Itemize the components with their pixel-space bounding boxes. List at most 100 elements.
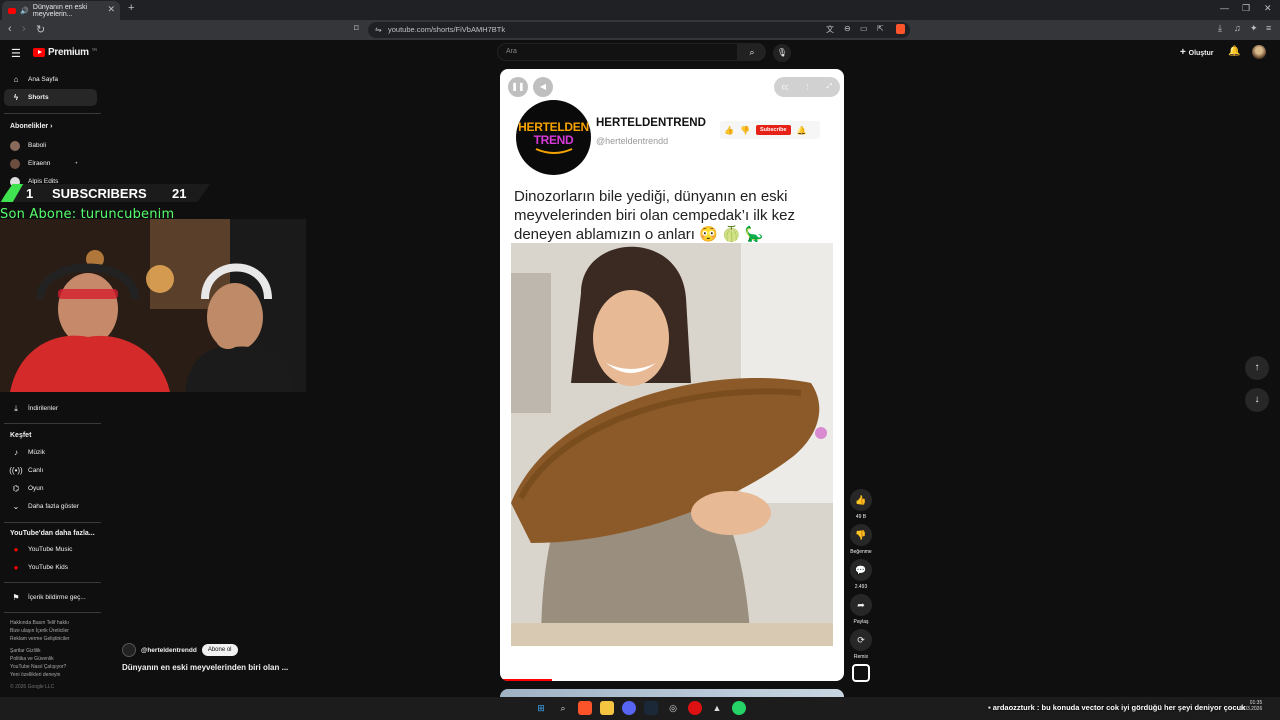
plus-icon: + bbox=[1180, 47, 1189, 58]
player-controls-group: ㏄ ⋮ ⤢ bbox=[774, 77, 840, 97]
next-short-button[interactable]: ↓ bbox=[1245, 388, 1269, 412]
discord-icon[interactable] bbox=[622, 701, 636, 715]
copyright: © 2026 Google LLC bbox=[10, 683, 55, 690]
arrow-up-icon: ↑ bbox=[1254, 362, 1260, 373]
home-icon: ⌂ bbox=[13, 75, 19, 84]
translate-icon[interactable]: 文 bbox=[826, 24, 834, 35]
sidebar-footer: Hakkında Basın Telif hakkı Bize ulaşın İ… bbox=[10, 620, 69, 691]
sidebar-item-downloads[interactable]: ⤓ İndirilenler bbox=[4, 400, 97, 417]
restore-icon[interactable]: ❐ bbox=[1242, 3, 1250, 14]
zoom-icon[interactable]: ⊖ bbox=[844, 24, 851, 33]
sidebar-item-home[interactable]: ⌂ Ana Sayfa bbox=[4, 71, 97, 88]
channel-avatar[interactable] bbox=[122, 643, 136, 657]
sidebar-item-gaming[interactable]: ⌬ Oyun bbox=[4, 480, 97, 497]
remix-button[interactable]: ⟳ Remix bbox=[849, 629, 873, 660]
create-button[interactable]: + Oluştur bbox=[1180, 47, 1214, 58]
sidebar-item-live[interactable]: ((•)) Canlı bbox=[4, 462, 97, 479]
dislike-label: Beğenme bbox=[850, 549, 872, 555]
video-progress-bar[interactable] bbox=[500, 679, 552, 681]
steam-icon[interactable] bbox=[644, 701, 658, 715]
like-button[interactable]: 👍 49 B bbox=[849, 489, 873, 520]
voice-search-button[interactable]: 🎙 bbox=[773, 44, 791, 62]
live-dot-icon: • bbox=[75, 160, 78, 167]
media-icon[interactable]: ♫ bbox=[1234, 23, 1241, 33]
close-window-icon[interactable]: ✕ bbox=[1264, 3, 1272, 14]
menu-icon[interactable]: ≡ bbox=[1266, 23, 1271, 33]
webcam-overlay bbox=[0, 219, 306, 392]
notifications-bell-icon[interactable]: 🔔 bbox=[1228, 46, 1240, 57]
more-options-icon[interactable]: ⋮ bbox=[804, 83, 811, 91]
search-icon[interactable]: ⌕ bbox=[556, 701, 570, 715]
mini-channel-name[interactable]: @herteldentrendd bbox=[141, 647, 197, 654]
whatsapp-icon[interactable] bbox=[732, 701, 746, 715]
mic-icon: 🎙 bbox=[776, 48, 788, 57]
channel-logo-top: HERTELDEN bbox=[518, 119, 589, 134]
overlay-subscribe-label: Subscribe bbox=[755, 125, 791, 135]
opera-icon[interactable] bbox=[688, 701, 702, 715]
app-icon[interactable]: ▲ bbox=[710, 701, 724, 715]
speaker-icon[interactable]: 🔊 bbox=[20, 7, 29, 15]
short-channel-handle: @herteldentrendd bbox=[596, 136, 669, 146]
short-player[interactable]: ❚❚ ◀ ㏄ ⋮ ⤢ HERTELDEN TREND HERTELDENTREN… bbox=[500, 69, 844, 681]
downloads-icon[interactable]: ⤓ bbox=[1218, 23, 1222, 34]
share-page-icon[interactable]: ⇱ bbox=[877, 24, 884, 33]
mini-video-title: Dünyanın en eski meyvelerinden biri olan… bbox=[122, 663, 289, 672]
windows-start-icon[interactable]: ⊞ bbox=[534, 701, 548, 715]
sidebar-item-report[interactable]: ⚑ İçerik bildirme geç... bbox=[4, 589, 97, 606]
sidebar-item-music[interactable]: ♪ Müzik bbox=[4, 444, 97, 461]
reload-icon[interactable]: ↻ bbox=[36, 23, 45, 36]
comments-button[interactable]: 💬 2.493 bbox=[849, 559, 873, 590]
sound-source-avatar[interactable] bbox=[852, 664, 870, 682]
previous-short-button[interactable]: ↑ bbox=[1245, 356, 1269, 380]
hamburger-menu-icon[interactable]: ☰ bbox=[11, 47, 21, 60]
dislike-button[interactable]: 👎 Beğenme bbox=[849, 524, 873, 555]
remix-icon: ⟳ bbox=[850, 629, 872, 651]
bookmark-icon[interactable]: ⌑ bbox=[354, 23, 359, 34]
footer-line[interactable]: Bize ulaşın İçerik Üreticiler bbox=[10, 628, 69, 636]
sidebar-item-shorts[interactable]: ϟ Shorts bbox=[4, 89, 97, 106]
brave-shield-icon[interactable] bbox=[896, 24, 905, 34]
subscribe-button[interactable]: Abone ol bbox=[201, 644, 238, 656]
footer-line[interactable]: Politika ve Güvenlik bbox=[10, 656, 69, 664]
back-icon[interactable]: ‹ bbox=[8, 23, 12, 35]
search-button[interactable]: ⌕ bbox=[738, 43, 766, 61]
sidebar-item-show-more[interactable]: ⌄ Daha fazla göster bbox=[4, 498, 97, 515]
sidebar-item-label: Ana Sayfa bbox=[28, 76, 58, 83]
screenshot-icon[interactable]: ▭ bbox=[860, 24, 868, 33]
youtube-logo[interactable]: Premium TR bbox=[33, 47, 97, 58]
new-tab-icon[interactable]: + bbox=[128, 2, 134, 14]
share-button[interactable]: ➦ Paylaş bbox=[849, 594, 873, 625]
search-input[interactable]: Ara bbox=[497, 43, 738, 61]
mute-button[interactable]: ◀ bbox=[533, 77, 553, 97]
fullscreen-icon[interactable]: ⤢ bbox=[827, 83, 833, 91]
chat-separator: : bbox=[1034, 703, 1042, 712]
footer-line[interactable]: Hakkında Basın Telif hakkı bbox=[10, 620, 69, 628]
comment-count: 2.493 bbox=[854, 584, 868, 590]
file-explorer-icon[interactable] bbox=[600, 701, 614, 715]
captions-icon[interactable]: ㏄ bbox=[782, 82, 789, 92]
brave-browser-icon[interactable] bbox=[578, 701, 592, 715]
sidebar-item-subscription[interactable]: Baboli bbox=[4, 137, 97, 154]
browser-tab[interactable]: 🔊 Dünyanın en eski meyvelerin... ✕ bbox=[2, 1, 120, 20]
close-tab-icon[interactable]: ✕ bbox=[107, 4, 115, 15]
forward-icon[interactable]: › bbox=[22, 23, 26, 35]
footer-line[interactable]: YouTube Nasıl Çalışıyor? bbox=[10, 664, 69, 672]
share-arrow-icon: ➦ bbox=[850, 594, 872, 616]
system-clock[interactable]: 01:35 1.03.2026 bbox=[1240, 700, 1262, 712]
footer-line[interactable]: Şartlar Gizlilik bbox=[10, 648, 69, 656]
short-video-frame[interactable] bbox=[511, 243, 833, 646]
chrome-icon[interactable]: ◎ bbox=[666, 701, 680, 715]
minimize-icon[interactable]: — bbox=[1220, 3, 1229, 13]
sidebar-item-youtube-music[interactable]: ● YouTube Music bbox=[4, 541, 97, 558]
gamepad-icon: ⌬ bbox=[12, 484, 20, 493]
account-avatar[interactable] bbox=[1252, 45, 1266, 59]
footer-line[interactable]: Reklam verme Geliştiriciler bbox=[10, 636, 69, 644]
sidebar-item-subscription[interactable]: Elraenn • bbox=[4, 155, 97, 172]
extensions-icon[interactable]: ✦ bbox=[1250, 23, 1258, 34]
sidebar-item-youtube-kids[interactable]: ● YouTube Kids bbox=[4, 559, 97, 576]
pause-button[interactable]: ❚❚ bbox=[508, 77, 528, 97]
site-info-icon[interactable]: ⇋ bbox=[375, 22, 382, 38]
short-caption: Dinozorların bile yediği, dünyanın en es… bbox=[514, 188, 795, 243]
subscriptions-header[interactable]: Abonelikler › bbox=[10, 123, 52, 130]
footer-line[interactable]: Yeni özellikleri deneyin bbox=[10, 672, 69, 680]
